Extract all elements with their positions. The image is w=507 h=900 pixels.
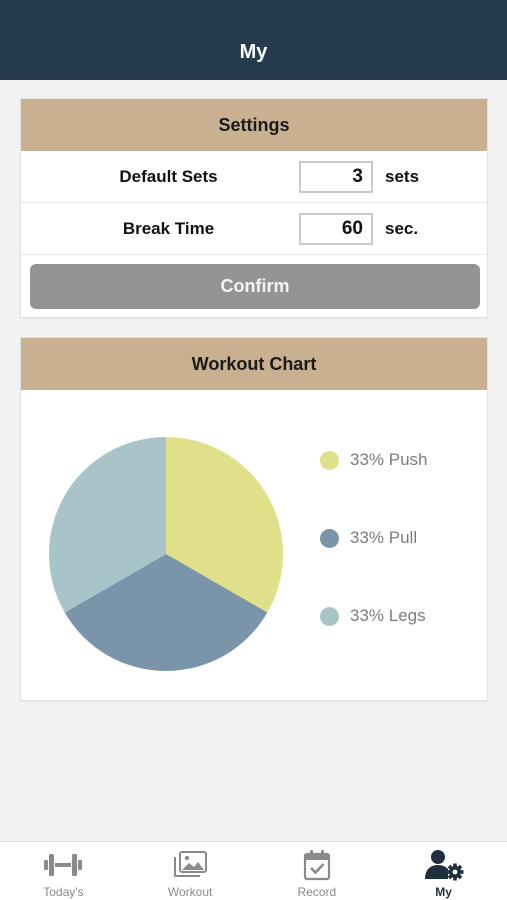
- settings-card: Settings Default Sets sets Break Time se…: [20, 98, 488, 318]
- photo-gallery-icon: [169, 849, 211, 881]
- break-time-unit: sec.: [385, 218, 419, 238]
- tab-label-todays: Today's: [43, 885, 84, 899]
- confirm-button[interactable]: Confirm: [30, 264, 480, 309]
- page-title: My: [239, 41, 268, 63]
- dumbbell-icon: [42, 849, 84, 881]
- default-sets-row: Default Sets sets: [21, 151, 487, 203]
- user-settings-icon: [423, 849, 465, 881]
- workout-chart-card: Workout Chart 33% Push 33% Pull 33% Legs: [20, 337, 488, 701]
- top-nav-bar: My: [0, 0, 507, 80]
- pie-chart: [49, 437, 283, 671]
- default-sets-unit: sets: [385, 166, 420, 186]
- tab-label-my: My: [435, 885, 452, 899]
- tab-label-record: Record: [297, 885, 337, 899]
- tab-todays[interactable]: Today's: [0, 842, 127, 900]
- default-sets-input[interactable]: [299, 160, 373, 193]
- legend-dot-legs: [320, 606, 339, 626]
- legend-item-pull: 33% Pull: [320, 528, 417, 548]
- tab-my[interactable]: My: [380, 842, 507, 900]
- legend-label-pull: 33% Pull: [350, 528, 418, 547]
- legend-item-push: 33% Push: [320, 450, 428, 470]
- bottom-tab-bar: Today's Workout Record My: [0, 841, 507, 900]
- tab-workout[interactable]: Workout: [127, 842, 254, 900]
- tab-label-workout: Workout: [167, 885, 213, 899]
- legend-label-push: 33% Push: [350, 450, 428, 469]
- settings-header: Settings: [21, 99, 487, 151]
- legend-dot-pull: [320, 528, 339, 548]
- legend-label-legs: 33% Legs: [350, 606, 426, 625]
- break-time-label: Break Time: [122, 218, 215, 238]
- tab-record[interactable]: Record: [254, 842, 381, 900]
- legend-item-legs: 33% Legs: [320, 606, 426, 626]
- chart-header: Workout Chart: [21, 338, 487, 390]
- calendar-check-icon: [296, 849, 338, 881]
- legend-dot-push: [320, 450, 339, 470]
- break-time-row: Break Time sec.: [21, 203, 487, 255]
- default-sets-label: Default Sets: [119, 166, 218, 186]
- break-time-input[interactable]: [299, 212, 373, 245]
